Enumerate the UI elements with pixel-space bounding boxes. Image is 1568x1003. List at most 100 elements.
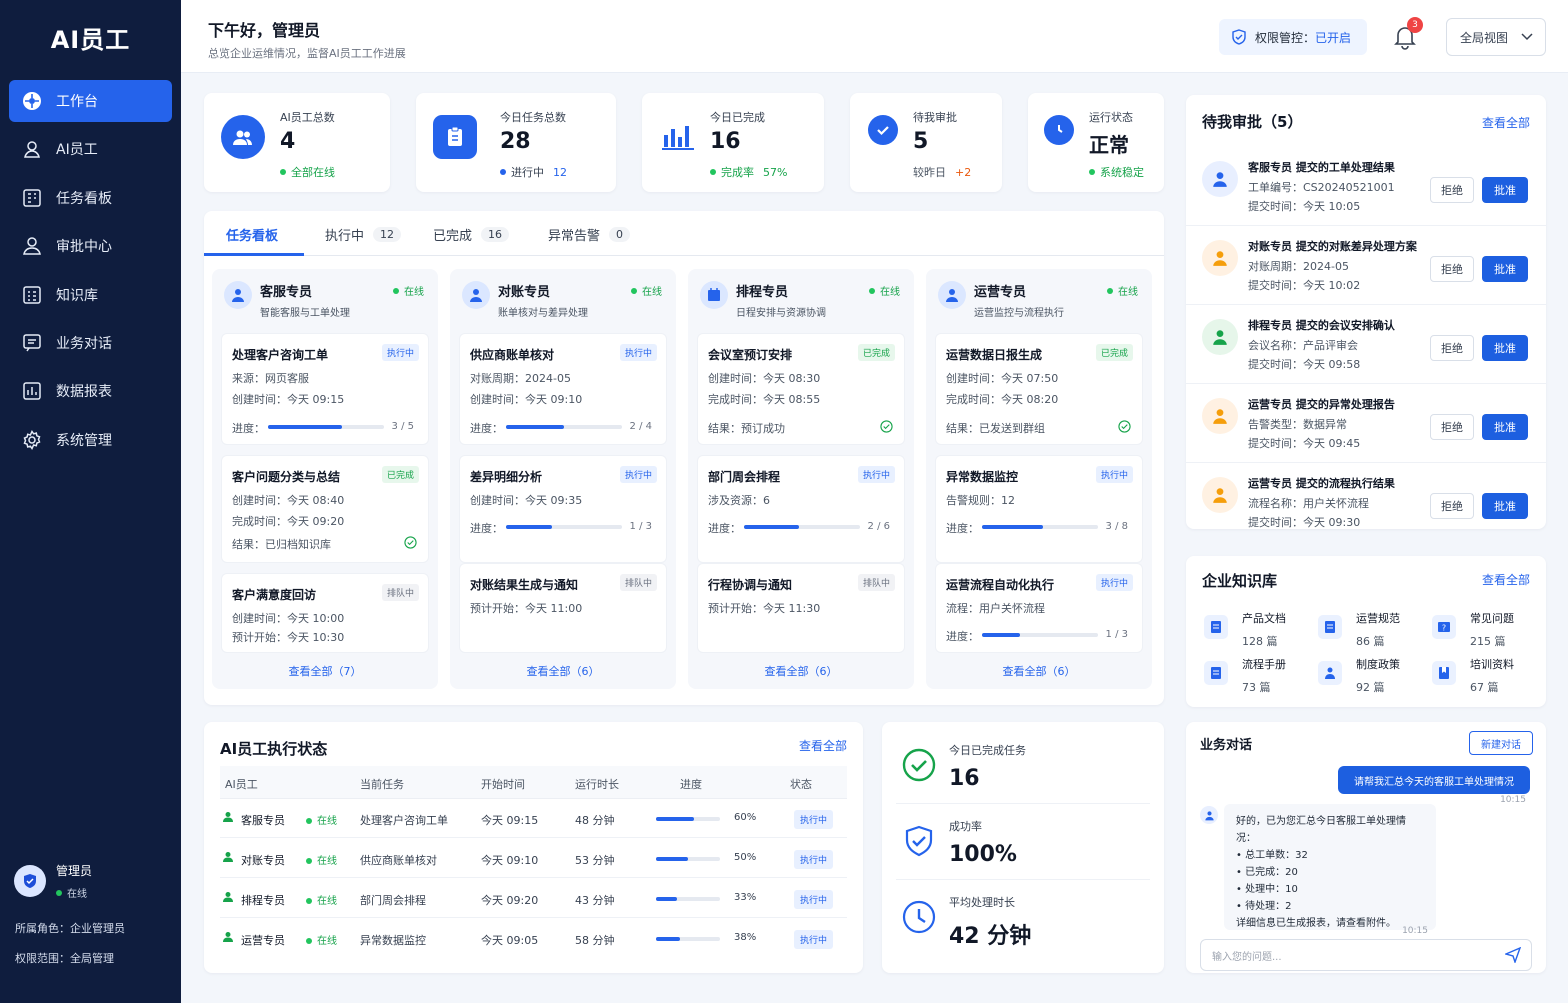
view-all-link[interactable]: 查看全部（7）	[212, 663, 438, 679]
stat-sub-text: 全部在线	[291, 166, 335, 179]
chat-input[interactable]: 输入您的问题...	[1200, 939, 1532, 971]
view-all-link[interactable]: 查看全部（6）	[450, 663, 676, 679]
progress-count: 1 / 3	[629, 521, 652, 532]
approve-button[interactable]: 批准	[1482, 493, 1528, 519]
task-detail: 创建时间：今天 08:30	[708, 372, 821, 385]
view-all-link[interactable]: 查看全部	[1482, 571, 1530, 588]
sidebar-item-knowledge[interactable]: 知识库	[9, 274, 172, 316]
task-card[interactable]: 会议室预订安排 已完成 创建时间：今天 08:30 完成时间：今天 08:55 …	[697, 333, 905, 445]
permission-status[interactable]: 权限管控： 已开启	[1219, 19, 1367, 55]
column-header: 排程专员 日程安排与资源协调 在线	[688, 269, 914, 327]
sidebar-item-chat[interactable]: 业务对话	[9, 322, 172, 364]
column-header: 当前任务	[360, 778, 404, 791]
status-dot	[710, 169, 716, 175]
task-status-tag: 已完成	[857, 344, 895, 361]
person-icon	[222, 891, 234, 906]
reject-button[interactable]: 拒绝	[1430, 177, 1474, 203]
agent-avatar-icon	[700, 281, 728, 309]
table-row[interactable]: 对账专员 在线 供应商账单核对 今天 09:10 53 分钟 50% 执行中	[220, 838, 847, 878]
progress-label: 进度：	[946, 522, 979, 535]
task-card[interactable]: 行程协调与通知 排队中 预计开始：今天 11:30	[697, 563, 905, 653]
reject-button[interactable]: 拒绝	[1430, 493, 1474, 519]
online-text: 在线	[642, 287, 662, 298]
online-dot	[280, 169, 286, 175]
active-tab-indicator	[204, 253, 304, 256]
view-select[interactable]: 全局视图	[1446, 18, 1546, 56]
sidebar-item-reports[interactable]: 数据报表	[9, 370, 172, 412]
stat-sub: 系统稳定	[1089, 164, 1144, 180]
reject-button[interactable]: 拒绝	[1430, 335, 1474, 361]
agent-name: 客服专员	[241, 814, 285, 827]
stat-label: 运行状态	[1089, 111, 1133, 124]
sidebar-item-dashboard[interactable]: 工作台	[9, 80, 172, 122]
approve-button[interactable]: 批准	[1482, 177, 1528, 203]
approval-time: 提交时间：今天 09:58	[1248, 358, 1361, 371]
online-dot	[306, 858, 312, 864]
task-card[interactable]: 客户问题分类与总结 已完成 创建时间：今天 08:40 完成时间：今天 09:2…	[221, 455, 429, 563]
sidebar-item-approval[interactable]: 审批中心	[9, 225, 172, 267]
task-status-tag: 执行中	[619, 344, 657, 361]
approve-button[interactable]: 批准	[1482, 335, 1528, 361]
table-row[interactable]: 客服专员 在线 处理客户咨询工单 今天 09:15 48 分钟 60% 执行中	[220, 798, 847, 838]
tab-completed[interactable]: 已完成 16	[433, 225, 510, 244]
send-icon[interactable]	[1505, 947, 1521, 963]
sidebar-item-task-board[interactable]: 任务看板	[9, 177, 172, 219]
task-card[interactable]: 差异明细分析 执行中 创建时间：今天 09:35 进度： 1 / 3	[459, 455, 667, 563]
new-chat-button[interactable]: 新建对话	[1469, 731, 1533, 755]
user-status-text: 在线	[67, 889, 87, 900]
chevron-down-icon	[1521, 33, 1533, 41]
kb-item-product-docs[interactable]: 产品文档 128 篇	[1204, 610, 1286, 649]
task-card[interactable]: 对账结果生成与通知 排队中 预计开始：今天 11:00	[459, 563, 667, 653]
task-card[interactable]: 部门周会排程 执行中 涉及资源：6 进度： 2 / 6	[697, 455, 905, 563]
table-row[interactable]: 排程专员 在线 部门周会排程 今天 09:20 43 分钟 33% 执行中	[220, 878, 847, 918]
task-card[interactable]: 处理客户咨询工单 执行中 来源：网页客服 创建时间：今天 09:15 进度： 3…	[221, 333, 429, 445]
document-icon	[1204, 661, 1228, 685]
agent-name: 对账专员	[498, 285, 551, 300]
kb-item-training[interactable]: 培训资料 67 篇	[1432, 656, 1514, 695]
kb-item-process-manual[interactable]: 流程手册 73 篇	[1204, 656, 1286, 695]
permission-label: 权限管控：	[1255, 30, 1316, 45]
task-card[interactable]: 供应商账单核对 执行中 对账周期：2024-05 创建时间：今天 09:10 进…	[459, 333, 667, 445]
sidebar-item-settings[interactable]: 系统管理	[9, 419, 172, 461]
kb-item-policies[interactable]: 制度政策 92 篇	[1318, 656, 1400, 695]
task-card[interactable]: 运营流程自动化执行 执行中 流程：用户关怀流程 进度： 1 / 3	[935, 563, 1143, 653]
kb-name: 流程手册	[1242, 658, 1286, 671]
task-detail: 对账周期：2024-05	[470, 372, 571, 385]
view-all-link[interactable]: 查看全部	[799, 737, 847, 754]
task-tabs: 任务看板 执行中 12 已完成 16 异常告警 0	[204, 211, 1164, 256]
online-text: 在线	[317, 936, 337, 947]
stat-sub: 完成率 57%	[710, 164, 787, 180]
progress-bar	[744, 525, 860, 529]
approve-button[interactable]: 批准	[1482, 256, 1528, 282]
task-detail: 创建时间：今天 09:35	[470, 494, 583, 507]
summary-panel: 今日已完成任务 16 成功率 100% 平均处理时长 42 分钟	[882, 722, 1164, 973]
reply-item: 总工单数：32	[1236, 847, 1424, 864]
view-all-link[interactable]: 查看全部（6）	[688, 663, 914, 679]
exec-status-panel: AI员工执行状态 查看全部 AI员工 当前任务 开始时间 运行时长 进度 状态 …	[204, 722, 863, 973]
task-card[interactable]: 异常数据监控 执行中 告警规则：12 进度： 3 / 8	[935, 455, 1143, 563]
task-card[interactable]: 运营数据日报生成 已完成 创建时间：今天 07:50 完成时间：今天 08:20…	[935, 333, 1143, 445]
status-dot	[500, 169, 506, 175]
reply-list: 总工单数：32 已完成：20 处理中：10 待处理：2	[1236, 847, 1424, 915]
task-detail: 来源：网页客服	[232, 372, 309, 385]
view-all-link[interactable]: 查看全部	[1482, 114, 1530, 131]
reject-button[interactable]: 拒绝	[1430, 414, 1474, 440]
agent-online: 在线	[393, 283, 424, 298]
table-row[interactable]: 运营专员 在线 异常数据监控 今天 09:05 58 分钟 38% 执行中	[220, 918, 847, 958]
check-circle-icon	[868, 115, 898, 145]
tab-task-board[interactable]: 任务看板	[226, 225, 278, 244]
status-badge: 执行中	[794, 810, 834, 829]
progress-bar	[506, 525, 622, 529]
tab-alerts[interactable]: 异常告警 0	[548, 225, 631, 244]
duration: 48 分钟	[575, 814, 615, 827]
task-card[interactable]: 客户满意度回访 排队中 创建时间：今天 10:00 预计开始：今天 10:30	[221, 573, 429, 653]
view-all-link[interactable]: 查看全部（6）	[926, 663, 1152, 679]
approve-button[interactable]: 批准	[1482, 414, 1528, 440]
kb-item-ops-standards[interactable]: 运营规范 86 篇	[1318, 610, 1400, 649]
reject-button[interactable]: 拒绝	[1430, 256, 1474, 282]
sidebar-item-ai-staff[interactable]: AI员工	[9, 128, 172, 170]
stat-sub-text: 系统稳定	[1100, 166, 1144, 179]
sidebar-user[interactable]: 管理员 在线	[14, 862, 92, 900]
tab-running[interactable]: 执行中 12	[325, 225, 402, 244]
kb-item-faq[interactable]: ? 常见问题 215 篇	[1432, 610, 1514, 649]
